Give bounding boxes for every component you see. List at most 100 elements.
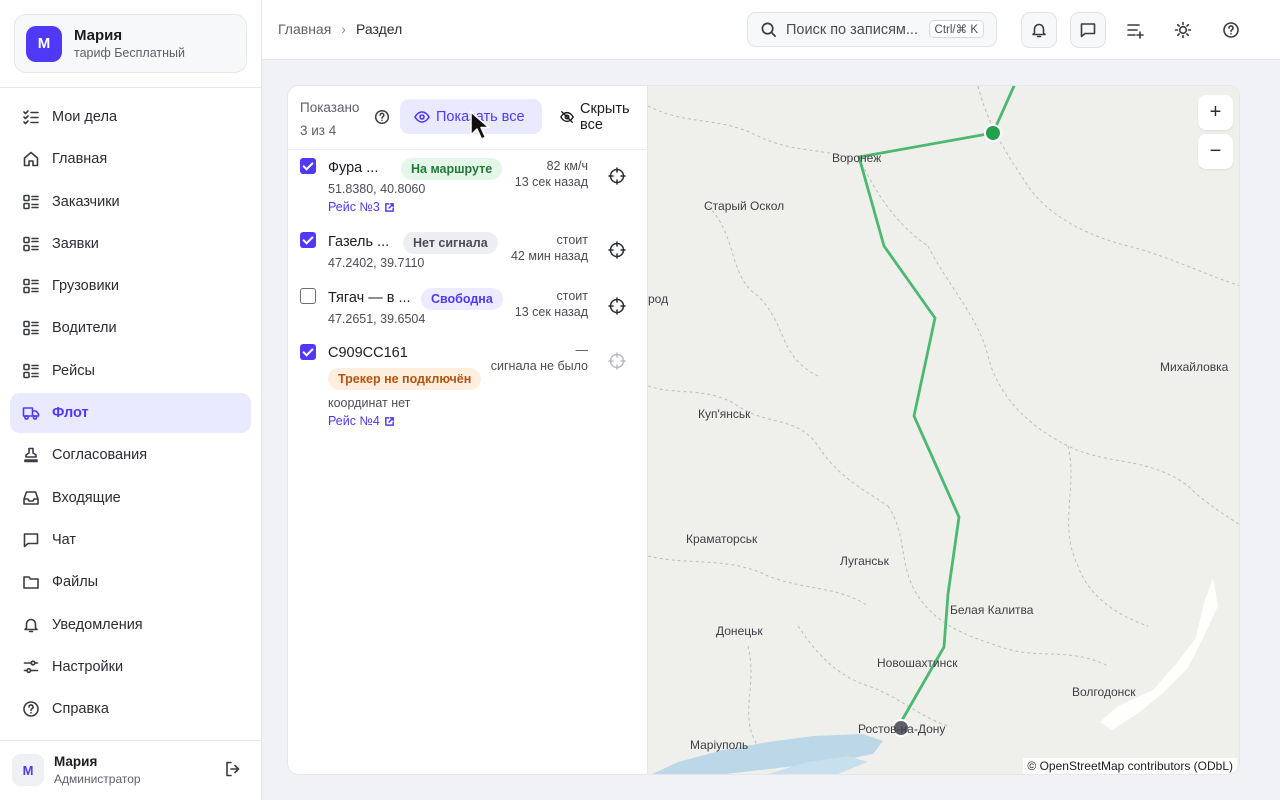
eye-off-icon [560, 110, 574, 123]
vehicle-checkbox[interactable] [300, 232, 316, 248]
sidebar-item-fleet[interactable]: Флот [10, 393, 251, 434]
sidebar-item-my-tasks[interactable]: Мои дела [10, 97, 251, 137]
stamp-icon [24, 448, 38, 463]
notifications-button[interactable] [1021, 12, 1057, 48]
truck-icon [22, 407, 40, 420]
list-icon [23, 278, 39, 294]
sidebar-item-approvals[interactable]: Согласования [10, 435, 251, 475]
folder-icon [23, 576, 39, 590]
status-badge: На маршруте [401, 158, 503, 180]
avatar: М [12, 754, 44, 786]
trip-link[interactable]: Рейс №3 [328, 200, 395, 214]
vehicle-checkbox[interactable] [300, 344, 316, 360]
locate-button[interactable] [608, 241, 626, 259]
top-header: Главная › Раздел Поиск по записям... Ctr… [262, 0, 1280, 60]
chat-icon [23, 533, 39, 548]
city-label: Воронеж [832, 151, 882, 165]
crosshair-icon [608, 241, 626, 259]
breadcrumb-root[interactable]: Главная [278, 21, 331, 37]
inbox-icon [23, 490, 39, 505]
list-item[interactable]: Тягач — в ... Свободна 47.2651, 39.6504 … [288, 286, 648, 330]
eye-icon [414, 110, 430, 123]
fleet-map[interactable]: Воронеж Старый Оскол род Михайловка Куп'… [648, 86, 1239, 774]
vehicle-checkbox[interactable] [300, 288, 316, 304]
logout-button[interactable] [224, 760, 242, 781]
sidebar-item-label: Согласования [52, 447, 148, 464]
sidebar-item-chat[interactable]: Чат [10, 520, 251, 560]
shown-label: Показано [300, 100, 360, 115]
theme-toggle-button[interactable] [1165, 12, 1201, 48]
trip-link[interactable]: Рейс №4 [328, 414, 395, 428]
sidebar-item-label: Флот [52, 405, 89, 422]
vehicle-name: С909СС161 [328, 345, 408, 361]
sidebar-item-settings[interactable]: Настройки [10, 647, 251, 687]
zoom-in-button[interactable]: + [1198, 95, 1233, 130]
vehicle-speed: — [575, 343, 589, 357]
city-label: Краматорськ [686, 532, 758, 546]
sidebar-item-inbox[interactable]: Входящие [10, 478, 251, 518]
add-task-button[interactable] [1117, 12, 1153, 48]
sidebar-item-label: Настройки [52, 658, 124, 675]
sun-icon [1174, 21, 1192, 39]
sidebar-divider [0, 87, 261, 88]
user-role: Администратор [54, 772, 141, 786]
sidebar-item-customers[interactable]: Заказчики [10, 182, 251, 222]
help-circle-icon[interactable] [374, 109, 390, 128]
city-label: Новошахтинск [877, 656, 958, 670]
sidebar-item-requests[interactable]: Заявки [10, 224, 251, 264]
city-label: Михайловка [1160, 360, 1229, 374]
fleet-panel: Показано 3 из 4 Показать все Скрыть все … [287, 85, 1240, 775]
checklist-icon [23, 110, 39, 125]
sidebar-item-help[interactable]: Справка [10, 689, 251, 729]
zoom-out-button[interactable]: − [1198, 134, 1233, 169]
city-label: Луганськ [840, 554, 889, 568]
vehicle-meta: 82 км/ч 13 сек назад [515, 158, 588, 190]
help-button[interactable] [1213, 12, 1249, 48]
sidebar-item-notifications[interactable]: Уведомления [10, 605, 251, 645]
list-item[interactable]: Газель ... Нет сигнала 47.2402, 39.7110 … [288, 230, 648, 274]
vehicle-checkbox[interactable] [300, 158, 316, 174]
sliders-icon [23, 660, 39, 673]
sidebar-item-label: Входящие [52, 489, 121, 506]
shown-count: 3 из 4 [300, 123, 337, 138]
sidebar-item-label: Грузовики [52, 278, 119, 295]
locate-button[interactable] [608, 167, 626, 185]
vehicle-coords: 47.2402, 39.7110 [328, 256, 425, 270]
sidebar-item-label: Рейсы [52, 362, 95, 379]
org-name: Мария [74, 27, 123, 44]
hide-all-button[interactable]: Скрыть все [550, 99, 647, 134]
sidebar-item-label: Справка [52, 701, 109, 718]
vehicle-marker[interactable] [984, 124, 1002, 142]
sidebar-item-trips[interactable]: Рейсы [10, 351, 251, 391]
chat-button[interactable] [1070, 12, 1106, 48]
vehicle-last-seen: 13 сек назад [514, 305, 588, 319]
org-plan: тариф Бесплатный [74, 46, 185, 60]
sidebar-item-label: Файлы [52, 574, 99, 591]
hide-all-label: Скрыть все [580, 100, 630, 133]
locate-button[interactable] [608, 297, 626, 315]
user-name: Мария [54, 754, 98, 769]
locate-button[interactable] [608, 352, 626, 370]
vehicle-speed: стоит [556, 233, 589, 247]
sidebar-item-files[interactable]: Файлы [10, 562, 251, 602]
trip-link-label: Рейс №4 [328, 414, 380, 428]
status-badge: Свободна [421, 288, 503, 310]
vehicle-list: Показано 3 из 4 Показать все Скрыть все … [288, 86, 648, 774]
org-switcher[interactable]: М Мария тариф Бесплатный [14, 14, 247, 73]
org-avatar: М [26, 25, 62, 62]
city-label: Куп'янськ [698, 407, 751, 421]
map-attribution[interactable]: © OpenStreetMap contributors (ODbL) [1023, 758, 1237, 774]
sidebar-item-trucks[interactable]: Грузовики [10, 266, 251, 306]
search-input[interactable]: Поиск по записям... Ctrl/⌘ K [747, 12, 997, 47]
list-item[interactable]: Фура ... На маршруте 51.8380, 40.8060 Ре… [288, 156, 648, 216]
vehicle-meta: — сигнала не было [491, 342, 588, 374]
search-icon [761, 22, 776, 37]
city-label: род [648, 292, 669, 306]
sidebar-item-drivers[interactable]: Водители [10, 308, 251, 348]
list-icon [23, 363, 39, 379]
sidebar-item-home[interactable]: Главная [10, 139, 251, 179]
list-item[interactable]: С909СС161 Трекер не подключён координат … [288, 342, 648, 428]
sidebar-item-label: Заявки [52, 235, 99, 252]
vehicle-meta: стоит 42 мин назад [511, 232, 588, 264]
breadcrumb-current: Раздел [355, 21, 403, 37]
